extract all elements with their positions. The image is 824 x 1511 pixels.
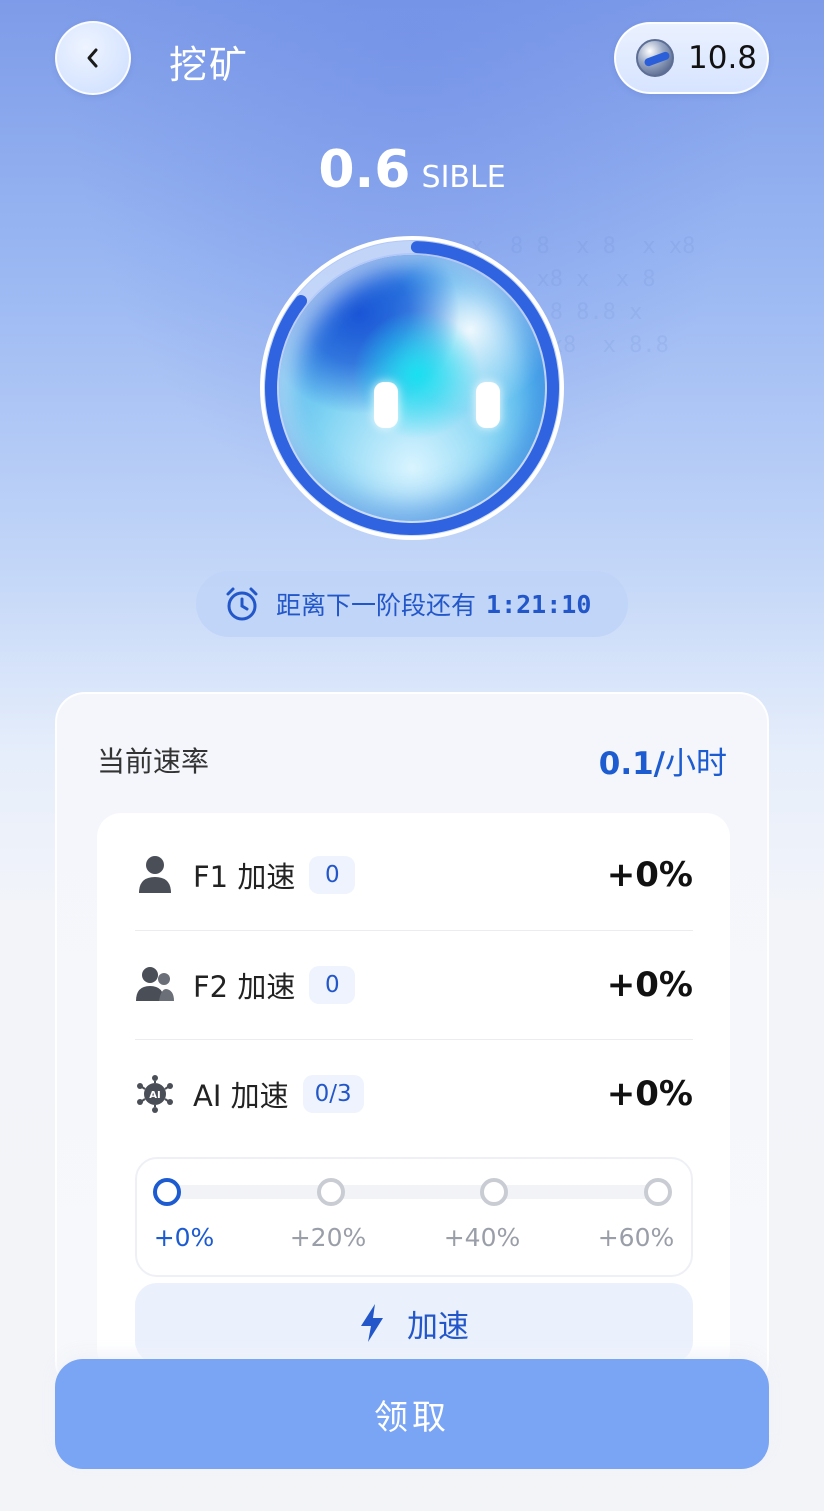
level-step-2[interactable] <box>480 1178 508 1206</box>
rate-card: 当前速率 0.1/小时 F1 加速 0 +0% F2 加速 0 +0% AI A… <box>55 692 769 1392</box>
balance-pill[interactable]: 10.8 <box>614 22 769 94</box>
level-track <box>169 1185 659 1199</box>
accelerate-label: 加速 <box>407 1308 469 1345</box>
ai-level-steps: +0% +20% +40% +60% <box>135 1157 693 1277</box>
accelerate-button[interactable]: 加速 <box>135 1283 693 1363</box>
chevron-left-icon <box>87 48 98 68</box>
boost-row-ai: AI AI 加速 0/3 +0% <box>135 1039 693 1147</box>
claim-label: 领取 <box>374 1397 450 1438</box>
timer-value: 1:21:10 <box>486 589 592 619</box>
alarm-clock-icon <box>226 587 258 621</box>
rate-unit: 小时 <box>665 746 727 782</box>
level-label: +0% <box>153 1223 215 1252</box>
boost-percent: +0% <box>606 1073 693 1114</box>
amount-value: 0.6 <box>318 140 411 200</box>
next-stage-timer: 距离下一阶段还有 1:21:10 <box>196 571 628 637</box>
amount-unit: SIBLE <box>421 160 506 195</box>
level-step-3[interactable] <box>644 1178 672 1206</box>
boost-row-f1: F1 加速 0 +0% <box>135 821 693 929</box>
mascot-eye-left <box>374 382 398 428</box>
page-title: 挖矿 <box>169 43 250 87</box>
boost-count-badge: 0 <box>309 965 356 1004</box>
coin-icon <box>636 39 674 77</box>
mined-amount: 0.6 SIBLE <box>0 140 824 200</box>
boost-percent: +0% <box>606 964 693 1005</box>
level-label: +40% <box>443 1223 521 1252</box>
rate-value: 0.1/小时 <box>599 738 727 783</box>
boost-row-f2: F2 加速 0 +0% <box>135 930 693 1038</box>
level-label: +60% <box>597 1223 675 1252</box>
level-step-0[interactable] <box>153 1178 181 1206</box>
rate-number: 0.1/ <box>598 746 665 782</box>
boost-label: AI 加速 <box>193 1078 289 1113</box>
people-icon <box>135 965 175 1005</box>
boost-count-badge: 0 <box>309 856 356 894</box>
person-icon <box>135 855 175 895</box>
orb-mascot <box>279 255 545 521</box>
mining-orb[interactable] <box>257 233 567 543</box>
timer-label: 距离下一阶段还有 <box>276 591 477 620</box>
boost-count-badge: 0/3 <box>302 1074 364 1113</box>
back-button[interactable] <box>55 21 131 95</box>
lightning-icon <box>361 1304 383 1342</box>
level-step-1[interactable] <box>317 1178 345 1206</box>
boost-percent: +0% <box>606 855 693 895</box>
boost-label: F1 加速 <box>193 860 296 894</box>
balance-value: 10.8 <box>688 40 758 76</box>
boost-label: F2 加速 <box>193 969 296 1004</box>
svg-text:AI: AI <box>149 1090 160 1101</box>
rate-label: 当前速率 <box>97 745 210 778</box>
mascot-eye-right <box>476 382 500 428</box>
boost-panel: F1 加速 0 +0% F2 加速 0 +0% AI AI 加速 0/3 +0%… <box>97 813 730 1373</box>
claim-button[interactable]: 领取 <box>55 1359 769 1469</box>
level-label: +20% <box>289 1223 367 1252</box>
ai-chip-icon: AI <box>135 1074 175 1114</box>
